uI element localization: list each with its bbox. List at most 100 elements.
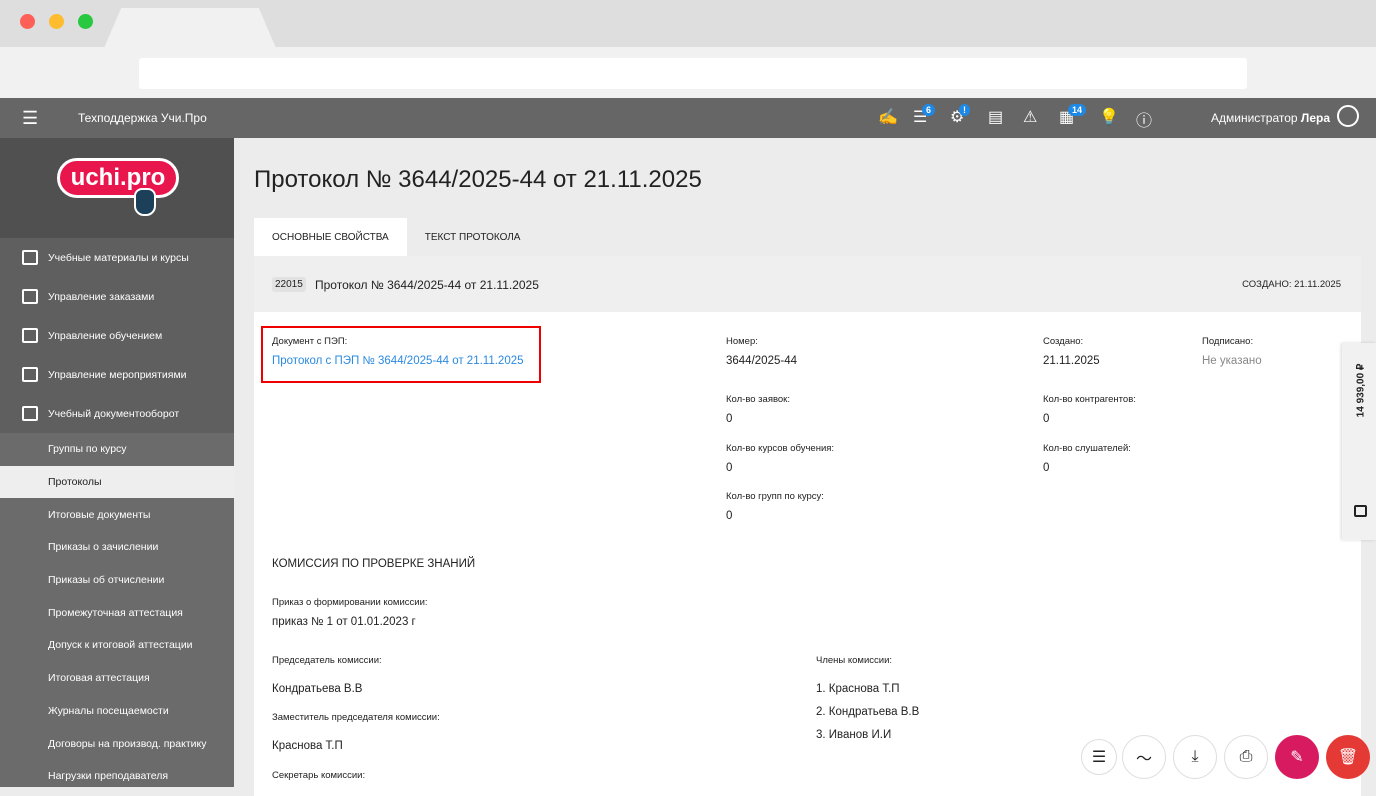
print-button[interactable]: ⎙ (1224, 735, 1268, 779)
menu-icon[interactable]: ☰ (22, 108, 38, 129)
maximize-window-button[interactable] (78, 14, 93, 29)
label: Учебный документооборот (48, 407, 180, 420)
print-icon: ⎙ (1239, 748, 1253, 765)
plugin-icon[interactable]: ⚙! (950, 104, 970, 127)
sidebar-item-events[interactable]: Управление мероприятиями (0, 355, 234, 394)
trend-icon: 〜 (1135, 751, 1152, 768)
sidebar-item-docflow[interactable]: Учебный документооборот (0, 394, 234, 433)
logo[interactable]: uchi.pro (57, 158, 179, 198)
protocol-card: 22015 Протокол № 3644/2025-44 от 21.11.2… (254, 256, 1361, 796)
tasks-icon[interactable]: ☰ 6 (913, 104, 936, 127)
sidebar-item-orders[interactable]: Управление заказами (0, 277, 234, 316)
user-role: Администратор (1211, 111, 1298, 125)
help-icon[interactable]: ⓘ (1136, 107, 1152, 131)
minimize-window-button[interactable] (49, 14, 64, 29)
close-window-button[interactable] (20, 14, 35, 29)
number-value: 3644/2025-44 (726, 355, 797, 367)
id-badge: 22015 (272, 277, 306, 292)
browser-tabbar (0, 0, 1376, 48)
order-value: приказ № 1 от 01.01.2023 г (272, 616, 416, 628)
address-bar[interactable] (139, 58, 1247, 89)
documents-badge: 14 (1068, 104, 1087, 116)
listeners-label: Кол-во слушателей: (1043, 443, 1131, 454)
balance-panel[interactable]: 14 939,00 ₽ (1342, 343, 1376, 540)
commission-heading: КОМИССИЯ ПО ПРОВЕРКЕ ЗНАНИЙ (272, 558, 476, 570)
signed-value: Не указано (1202, 355, 1262, 367)
courses-label: Кол-во курсов обучения: (726, 443, 835, 454)
groups-value: 0 (726, 510, 733, 522)
delete-button[interactable]: 🗑 (1326, 735, 1370, 779)
created-label: СОЗДАНО: (1242, 279, 1292, 290)
contractors-value: 0 (1043, 413, 1050, 425)
tasks-badge: 6 (922, 104, 936, 116)
number-label: Номер: (726, 336, 758, 347)
list-icon (22, 289, 38, 304)
deputy-value: Краснова Т.П (272, 740, 343, 752)
download-button[interactable]: ⤓ (1173, 735, 1217, 779)
wallet-icon[interactable] (1354, 505, 1367, 517)
user-name: Лера (1300, 111, 1331, 125)
sidebar-sub-protocols[interactable]: Протоколы (0, 465, 234, 499)
tab-protocol-text[interactable]: ТЕКСТ ПРОТОКОЛА (407, 218, 539, 256)
orders-value: 0 (726, 413, 733, 425)
listeners-value: 0 (1043, 462, 1050, 474)
sidebar-sub-contracts[interactable]: Договоры на производ. практику (0, 727, 234, 760)
main-content: Протокол № 3644/2025-44 от 21.11.2025 ОС… (234, 138, 1376, 796)
sidebar-sub-workload[interactable]: Нагрузки преподавателя (0, 760, 234, 793)
lightbulb-icon[interactable]: 💡 (1099, 107, 1119, 127)
file-icon (22, 406, 38, 421)
download-icon: ⤓ (1191, 748, 1199, 765)
groups-label: Кол-во групп по курсу: (726, 491, 824, 502)
sidebar-sub-enrollment[interactable]: Приказы о зачислении (0, 531, 234, 564)
member-item: 1. Краснова Т.П (816, 683, 900, 695)
user-menu[interactable]: Администратор Лера (1211, 111, 1330, 125)
alert-clipboard-icon[interactable]: ⚠ (1023, 107, 1037, 127)
signed-doc-link[interactable]: Протокол с ПЭП № 3644/2025-44 от 21.11.2… (272, 355, 524, 367)
list-button[interactable]: ☰ (1081, 739, 1117, 775)
trash-icon: 🗑 (1337, 749, 1359, 766)
app-header: ☰ Техподдержка Учи.Про ✍ ☰ 6 ⚙! ▤ ⚠ ▦ 14 💡… (0, 98, 1376, 138)
chair-label: Председатель комиссии: (272, 655, 382, 666)
list-icon: ☰ (1091, 749, 1107, 766)
chat-icon[interactable]: ▤ (988, 107, 1003, 127)
sidebar-sub-final-attestation[interactable]: Итоговая аттестация (0, 662, 234, 695)
created-info: СОЗДАНО: 21.11.2025 (1242, 279, 1341, 290)
contractors-label: Кол-во контрагентов: (1043, 394, 1136, 405)
sidebar-sub-attendance[interactable]: Журналы посещаемости (0, 695, 234, 728)
pencil-icon: ✎ (1290, 749, 1304, 766)
sidebar-sub-expulsion[interactable]: Приказы об отчислении (0, 564, 234, 597)
label: Управление заказами (48, 290, 155, 303)
browser-toolbar: ← → ↻ (0, 47, 1376, 132)
page-title: Протокол № 3644/2025-44 от 21.11.2025 (254, 166, 702, 193)
sidebar-item-materials[interactable]: Учебные материалы и курсы (0, 238, 234, 277)
library-icon (22, 250, 38, 265)
clipboard-icon (22, 328, 38, 343)
label: Управление обучением (48, 329, 163, 342)
cast-icon (22, 367, 38, 382)
browser-tab[interactable] (104, 8, 276, 48)
sidebar-sub-groups[interactable]: Группы по курсу (0, 433, 234, 466)
label: Управление мероприятиями (48, 368, 187, 381)
created-value: 21.11.2025 (1043, 355, 1100, 367)
created-label: Создано: (1043, 336, 1084, 347)
chair-value: Кондратьева В.В (272, 683, 363, 695)
members-label: Члены комиссии: (816, 655, 893, 666)
sidebar-sub-final-docs[interactable]: Итоговые документы (0, 498, 234, 531)
sidebar-sub-intermediate[interactable]: Промежуточная аттестация (0, 596, 234, 629)
card-title: Протокол № 3644/2025-44 от 21.11.2025 (315, 278, 539, 292)
hand-pointer-icon (134, 188, 156, 216)
sidebar-item-learning[interactable]: Управление обучением (0, 316, 234, 355)
member-item: 2. Кондратьева В.В (816, 706, 920, 718)
created-value: 21.11.2025 (1294, 279, 1341, 290)
documents-icon[interactable]: ▦ 14 (1059, 104, 1087, 127)
tab-main-properties[interactable]: ОСНОВНЫЕ СВОЙСТВА (254, 218, 407, 256)
avatar-icon[interactable] (1337, 105, 1359, 127)
orders-label: Кол-во заявок: (726, 394, 790, 405)
deputy-label: Заместитель председателя комиссии: (272, 712, 440, 723)
plugin-badge: ! (959, 104, 970, 116)
sidebar: uchi.pro Учебные материалы и курсы Управ… (0, 138, 234, 787)
analytics-button[interactable]: 〜 (1122, 735, 1166, 779)
sidebar-sub-admission[interactable]: Допуск к итоговой аттестации (0, 629, 234, 662)
signature-icon[interactable]: ✍ (878, 107, 898, 127)
edit-button[interactable]: ✎ (1275, 735, 1319, 779)
